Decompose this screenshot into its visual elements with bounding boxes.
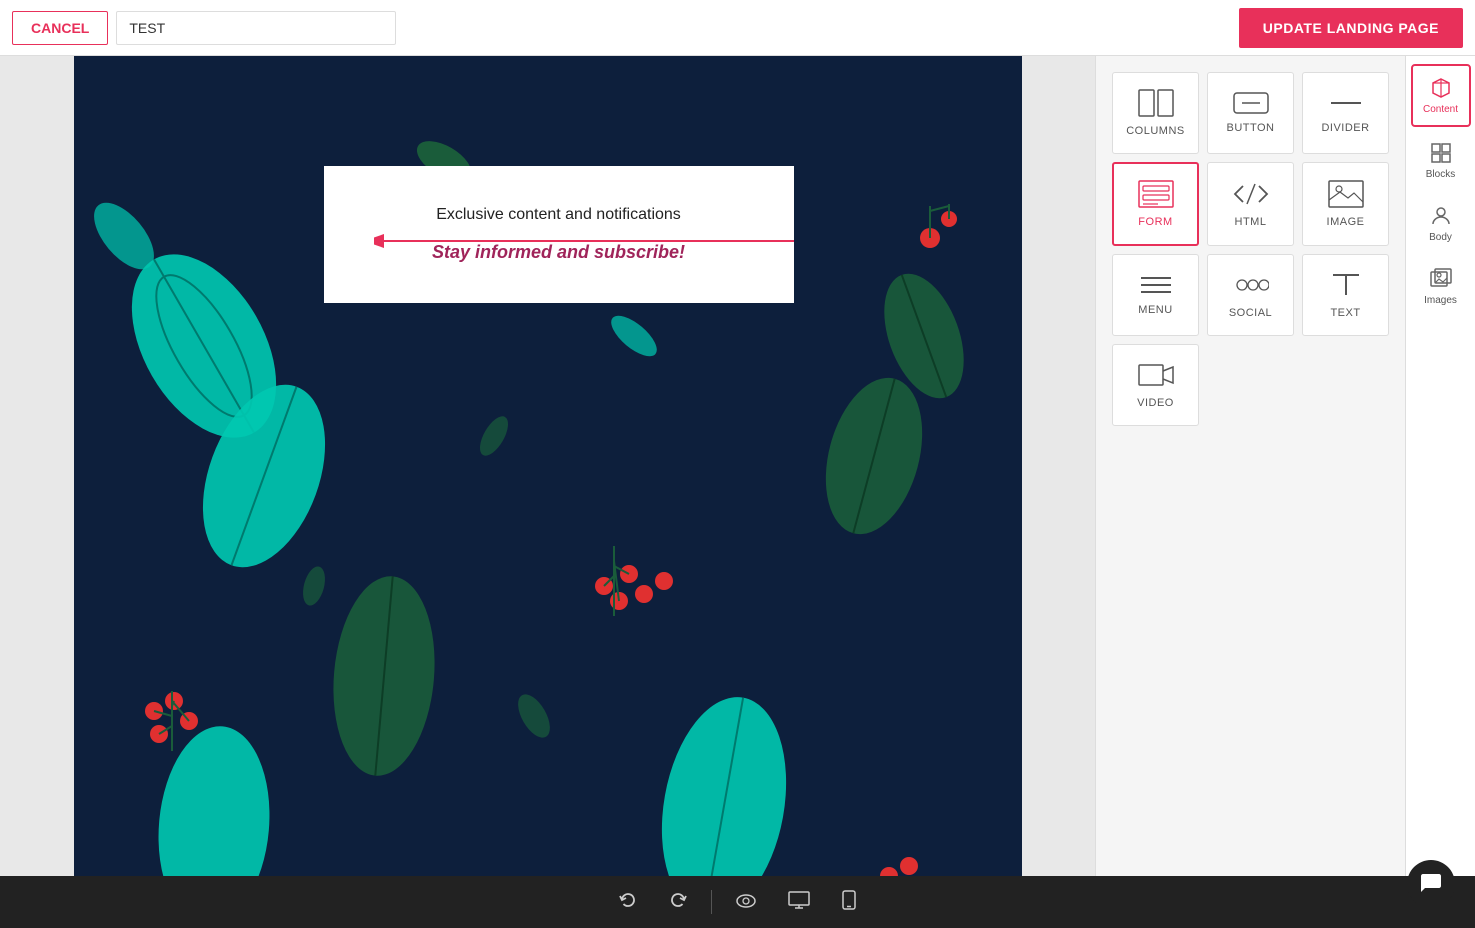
images-sidebar-label: Images — [1424, 295, 1457, 306]
redo-button[interactable] — [661, 885, 695, 920]
content-icon — [1429, 76, 1453, 100]
desktop-button[interactable] — [780, 885, 818, 920]
chat-icon — [1419, 872, 1443, 896]
mobile-button[interactable] — [834, 884, 864, 921]
text-icon — [1328, 271, 1364, 299]
panel-item-divider[interactable]: DIVIDER — [1302, 72, 1389, 154]
body-icon — [1429, 204, 1453, 228]
content-box: Exclusive content and notifications Stay… — [324, 166, 794, 303]
undo-icon — [619, 891, 637, 909]
divider-icon — [1328, 92, 1364, 114]
menu-label: MENU — [1138, 304, 1172, 316]
menu-icon — [1138, 274, 1174, 296]
panel-item-menu[interactable]: MENU — [1112, 254, 1199, 336]
toolbar-separator1 — [711, 890, 712, 914]
panel-item-button[interactable]: BUTTON — [1207, 72, 1294, 154]
update-button[interactable]: UPDATE LANDING PAGE — [1239, 8, 1463, 48]
panel-item-form[interactable]: FORM — [1112, 162, 1199, 246]
html-icon — [1233, 180, 1269, 208]
top-bar: CANCEL UPDATE LANDING PAGE — [0, 0, 1475, 56]
canvas-area: Exclusive content and notifications Stay… — [0, 56, 1095, 876]
canvas-container[interactable]: Exclusive content and notifications Stay… — [0, 56, 1095, 876]
sidebar-item-body[interactable]: Body — [1411, 194, 1471, 253]
button-icon — [1233, 92, 1269, 114]
sidebar: Content Blocks Body — [1405, 56, 1475, 876]
social-icon — [1233, 271, 1269, 299]
video-label: VIDEO — [1137, 397, 1174, 409]
button-label: BUTTON — [1226, 122, 1274, 134]
redo-icon — [669, 891, 687, 909]
image-label: IMAGE — [1327, 216, 1365, 228]
form-label: FORM — [1138, 216, 1172, 228]
preview-button[interactable] — [728, 886, 764, 919]
top-bar-left: CANCEL — [12, 11, 396, 45]
panel-item-social[interactable]: SOCIAL — [1207, 254, 1294, 336]
bottom-toolbar — [0, 876, 1475, 928]
panel-item-video[interactable]: VIDEO — [1112, 344, 1199, 426]
undo-button[interactable] — [611, 885, 645, 920]
content-sidebar-label: Content — [1423, 104, 1458, 115]
columns-icon — [1138, 89, 1174, 117]
panel-item-html[interactable]: HTML — [1207, 162, 1294, 246]
blocks-sidebar-label: Blocks — [1426, 169, 1455, 180]
sidebar-item-content[interactable]: Content — [1411, 64, 1471, 127]
desktop-icon — [788, 891, 810, 909]
images-icon — [1429, 267, 1453, 291]
panel-item-columns[interactable]: COLUMNS — [1112, 72, 1199, 154]
chat-bubble[interactable] — [1407, 860, 1455, 908]
main-area: Exclusive content and notifications Stay… — [0, 56, 1475, 876]
right-panel: COLUMNS BUTTON DIVIDER — [1095, 56, 1405, 876]
mobile-icon — [842, 890, 856, 910]
form-icon — [1138, 180, 1174, 208]
image-icon — [1328, 180, 1364, 208]
video-icon — [1138, 361, 1174, 389]
panel-content: COLUMNS BUTTON DIVIDER — [1096, 56, 1405, 876]
blocks-icon — [1429, 141, 1453, 165]
sidebar-item-images[interactable]: Images — [1411, 257, 1471, 316]
preview-icon — [736, 894, 756, 908]
body-sidebar-label: Body — [1429, 232, 1452, 243]
panel-item-text[interactable]: TEXT — [1302, 254, 1389, 336]
cancel-button[interactable]: CANCEL — [12, 11, 108, 45]
canvas-inner: Exclusive content and notifications Stay… — [74, 56, 1022, 876]
divider-label: DIVIDER — [1321, 122, 1369, 134]
social-label: SOCIAL — [1229, 307, 1272, 319]
sidebar-item-blocks[interactable]: Blocks — [1411, 131, 1471, 190]
columns-label: COLUMNS — [1126, 125, 1185, 137]
content-text1: Exclusive content and notifications — [354, 206, 764, 224]
panel-item-image[interactable]: IMAGE — [1302, 162, 1389, 246]
page-name-input[interactable] — [116, 11, 396, 45]
content-text2: Stay informed and subscribe! — [354, 242, 764, 263]
text-label: TEXT — [1330, 307, 1360, 319]
bg-illustration: Exclusive content and notifications Stay… — [74, 56, 1022, 876]
panel-grid: COLUMNS BUTTON DIVIDER — [1112, 72, 1389, 426]
html-label: HTML — [1235, 216, 1267, 228]
